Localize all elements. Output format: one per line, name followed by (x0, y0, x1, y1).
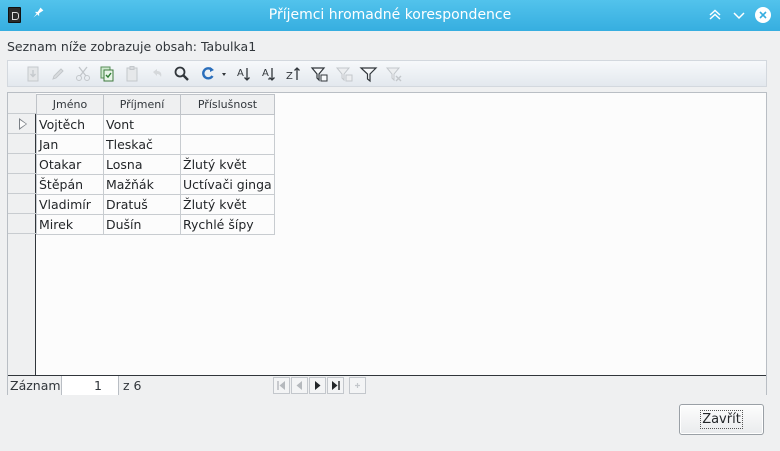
table-row[interactable]: Jan Tleskač (36, 134, 275, 155)
next-record-icon[interactable] (309, 377, 326, 394)
close-button-label: Zavřít (700, 410, 743, 429)
autofilter-icon[interactable] (309, 64, 329, 84)
minimize-icon[interactable] (730, 6, 748, 24)
edit-icon[interactable] (48, 64, 68, 84)
row-header-6[interactable] (8, 214, 36, 234)
table-cell[interactable]: Vont (103, 114, 181, 135)
table-cell[interactable]: Mirek (36, 214, 104, 235)
table-cell[interactable]: Dratuš (103, 194, 181, 215)
record-number-field[interactable]: 1 (61, 376, 119, 395)
undo-icon[interactable] (147, 64, 167, 84)
table-cell[interactable] (180, 114, 275, 135)
table-row[interactable]: Vladimír Dratuš Žlutý květ (36, 194, 275, 215)
table-cell[interactable]: Dušín (103, 214, 181, 235)
table-cell[interactable]: Rychlé šípy (180, 214, 275, 235)
table-cell[interactable]: Žlutý květ (180, 154, 275, 175)
title-bar: Příjemci hromadné korespondence (0, 0, 780, 31)
row-header-2[interactable] (8, 134, 36, 154)
table-cell[interactable]: Vojtěch (36, 114, 104, 135)
content-caption: Seznam níže zobrazuje obsah: Tabulka1 (7, 39, 257, 54)
table-cell[interactable] (180, 134, 275, 155)
record-navigator: Záznam 1 z 6 (8, 375, 766, 395)
refresh-icon[interactable] (197, 64, 227, 84)
record-label: Záznam (10, 378, 61, 393)
sort-icon[interactable]: Z (284, 64, 304, 84)
previous-record-icon[interactable] (291, 377, 308, 394)
close-window-icon[interactable] (754, 6, 772, 24)
standard-filter-icon[interactable] (359, 64, 379, 84)
svg-text:A: A (237, 68, 244, 79)
reset-filter-icon[interactable] (384, 64, 404, 84)
table-cell[interactable]: Mažňák (103, 174, 181, 195)
table-cell[interactable]: Otakar (36, 154, 104, 175)
close-button[interactable]: Zavřít (679, 404, 764, 435)
copy-icon[interactable] (97, 64, 117, 84)
row-header-1[interactable] (8, 114, 36, 134)
row-header-5[interactable] (8, 194, 36, 214)
row-header-4[interactable] (8, 174, 36, 194)
new-record-icon[interactable] (349, 377, 366, 394)
table-cell[interactable]: Tleskač (103, 134, 181, 155)
svg-text:Z: Z (286, 71, 293, 82)
record-count: z 6 (123, 378, 142, 393)
table-cell[interactable]: Žlutý květ (180, 194, 275, 215)
column-header-prijmeni[interactable]: Příjmení (103, 94, 181, 115)
table-row[interactable]: Štěpán Mažňák Uctívači ginga (36, 174, 275, 195)
window-title: Příjemci hromadné korespondence (268, 7, 512, 23)
column-header-jmeno[interactable]: Jméno (36, 94, 104, 115)
sort-descending-icon[interactable]: A (259, 64, 279, 84)
keep-above-icon[interactable] (706, 6, 724, 24)
table-cell[interactable]: Uctívači ginga (180, 174, 275, 195)
cut-icon[interactable] (73, 64, 93, 84)
table-cell[interactable]: Vladimír (36, 194, 104, 215)
corner-header (8, 93, 36, 114)
row-header-3[interactable] (8, 154, 36, 174)
table-cell[interactable]: Štěpán (36, 174, 104, 195)
data-grid: Jméno Příjmení Příslušnost Vojtěch Vont … (7, 92, 767, 395)
table-row[interactable]: Mirek Dušín Rychlé šípy (36, 214, 275, 235)
sort-ascending-icon[interactable]: A (234, 64, 254, 84)
table-row[interactable]: Otakar Losna Žlutý květ (36, 154, 275, 175)
paste-icon[interactable] (122, 64, 142, 84)
table-row[interactable]: Vojtěch Vont (36, 114, 275, 135)
last-record-icon[interactable] (327, 377, 344, 394)
svg-text:A: A (262, 68, 269, 79)
find-icon[interactable] (172, 64, 192, 84)
recipients-table: Jméno Příjmení Příslušnost Vojtěch Vont … (36, 94, 275, 235)
data-toolbar: A A Z (7, 60, 767, 87)
apply-filter-icon[interactable] (334, 64, 354, 84)
table-cell[interactable]: Jan (36, 134, 104, 155)
current-row-icon (19, 118, 27, 130)
row-header-column (8, 93, 36, 375)
table-cell[interactable]: Losna (103, 154, 181, 175)
first-record-icon[interactable] (273, 377, 290, 394)
save-record-icon[interactable] (23, 64, 43, 84)
column-header-prislusnost[interactable]: Příslušnost (180, 94, 275, 115)
